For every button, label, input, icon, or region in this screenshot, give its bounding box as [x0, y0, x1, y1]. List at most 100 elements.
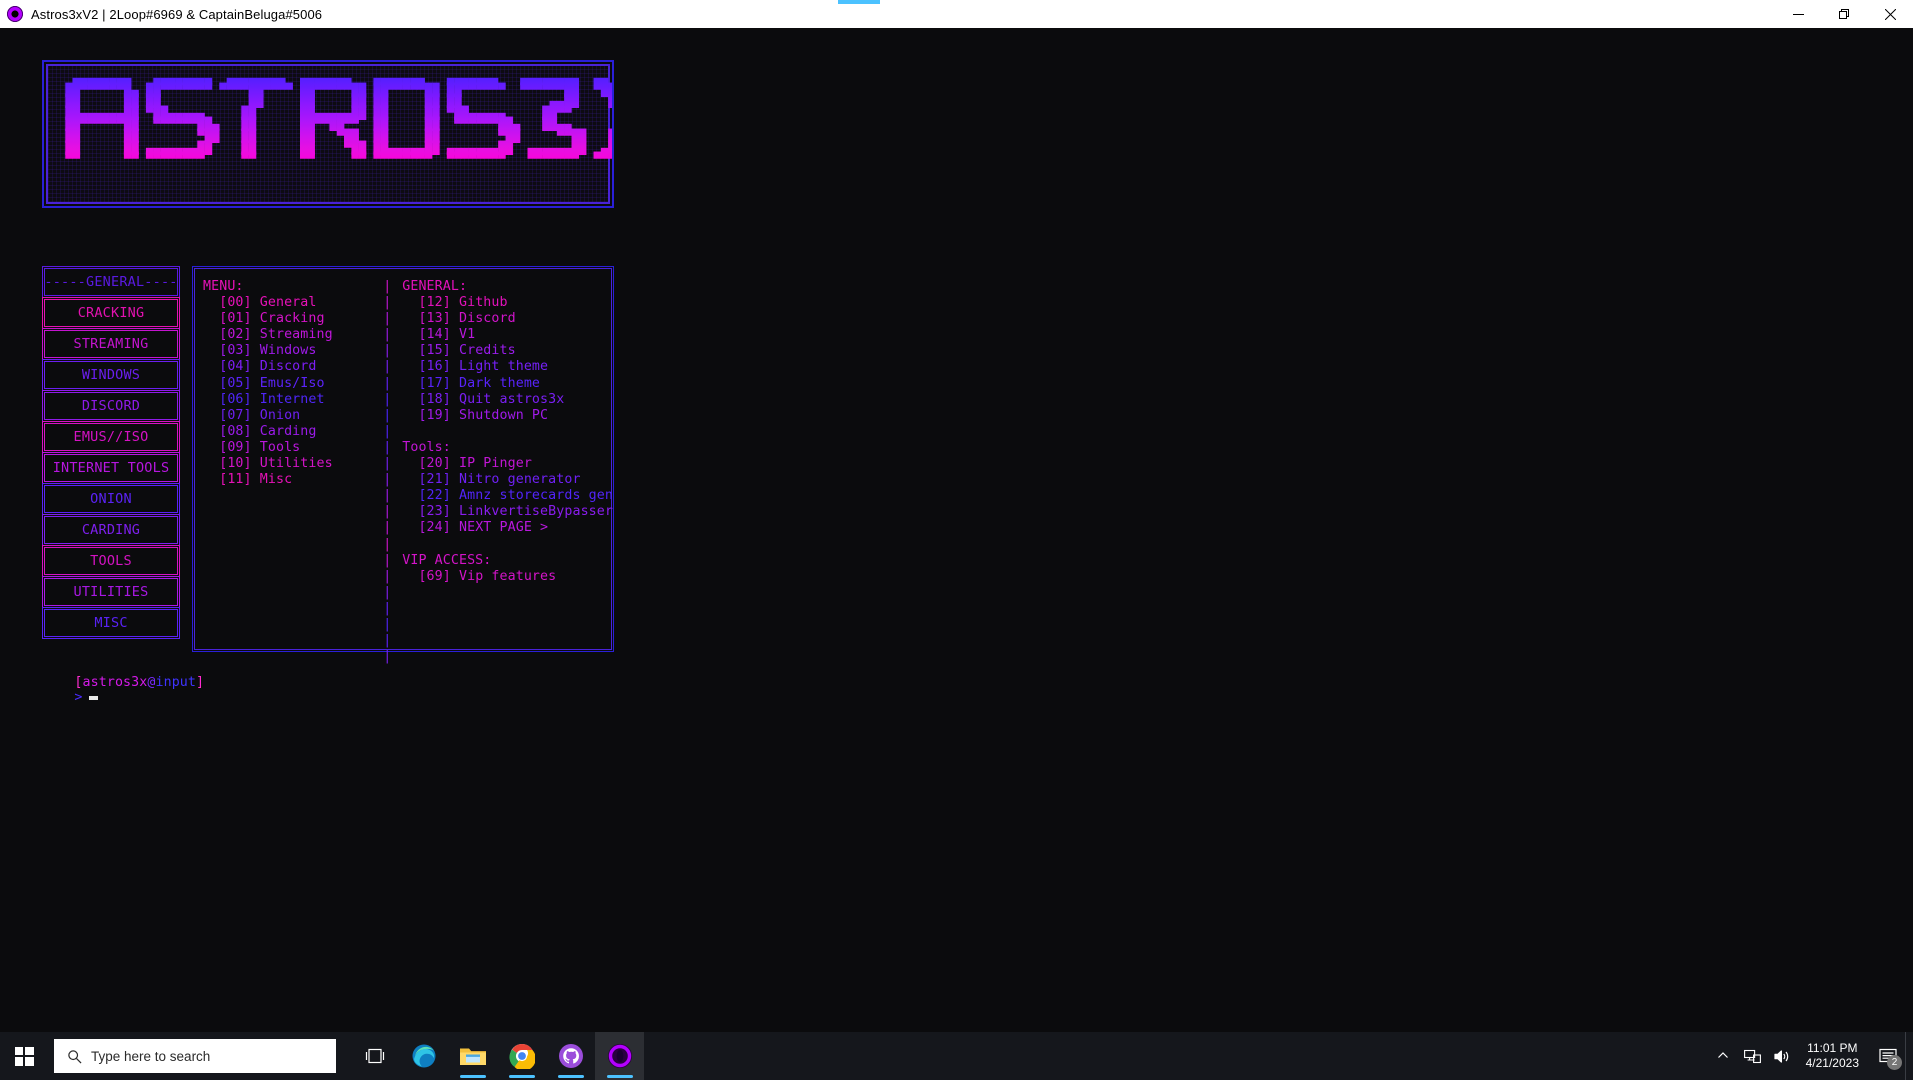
window-titlebar: Astros3xV2 | 2Loop#6969 & CaptainBeluga#… [0, 0, 1913, 28]
minimize-button[interactable] [1775, 0, 1821, 28]
menu-entry-01[interactable]: [01] Cracking [203, 311, 374, 327]
menu-entry-14[interactable]: [14] V1 [402, 327, 613, 343]
menu-entry-code: [16] [402, 359, 459, 375]
menu-entry-label: Internet [259, 391, 325, 407]
separator-pipe: | [383, 472, 392, 488]
separator-pipe: | [383, 391, 392, 407]
sidebar-item-misc[interactable]: MISC [42, 607, 180, 639]
menu-entry-06[interactable]: [06] Internet [203, 392, 374, 408]
menu-entry-11[interactable]: [11] Misc [203, 472, 374, 488]
close-button[interactable] [1867, 0, 1913, 28]
sidebar-item-tools[interactable]: TOOLS [42, 545, 180, 577]
menu-entry-code: [10] [203, 456, 260, 472]
input-prompt-line[interactable]: [astros3x@input] > [42, 660, 204, 720]
menu-entry-21[interactable]: [21] Nitro generator [402, 472, 613, 488]
menu-entry-00[interactable]: [00] General [203, 295, 374, 311]
sidebar-item-onion[interactable]: ONION [42, 483, 180, 515]
taskbar-app-github[interactable] [546, 1032, 595, 1080]
taskbar-app-file-explorer[interactable] [448, 1032, 497, 1080]
menu-entry-10[interactable]: [10] Utilities [203, 456, 374, 472]
prompt-target: input [155, 675, 197, 690]
menu-entry-18[interactable]: [18] Quit astros3x [402, 392, 613, 408]
sidebar-item-emus-iso[interactable]: EMUS//ISO [42, 421, 180, 453]
windows-taskbar: Type here to search 11:01 PM 4/21/2023 2 [0, 1032, 1913, 1080]
taskbar-app-edge[interactable] [399, 1032, 448, 1080]
taskbar-clock[interactable]: 11:01 PM 4/21/2023 [1798, 1041, 1871, 1071]
sidebar-item-windows[interactable]: WINDOWS [42, 359, 180, 391]
taskbar-search-input[interactable]: Type here to search [54, 1039, 336, 1073]
ascii-logo: ▄▄▄▄▄▄▄▄ ▄▄▄▄▄▄▄▄ ▄▄▄▄▄▄▄▄ ▄▄▄▄▄▄▄ ▄▄▄▄▄… [58, 72, 612, 166]
menu-entry-code: [01] [203, 311, 260, 327]
menu-entry-label: Windows [259, 343, 317, 359]
menu-entry-05[interactable]: [05] Emus/Iso [203, 376, 374, 392]
menu-entry-12[interactable]: [12] Github [402, 295, 613, 311]
menu-entry-code: [69] [402, 568, 459, 584]
menu-entry-code: [04] [203, 359, 260, 375]
restore-button[interactable] [1821, 0, 1867, 28]
taskbar-app-astros3x[interactable] [595, 1032, 644, 1080]
separator-pipe: | [383, 311, 392, 327]
sidebar-item-label: STREAMING [73, 336, 149, 352]
prompt-arrow: > [74, 690, 83, 705]
general-header: GENERAL: [402, 279, 468, 294]
menu-column: MENU: [00] General [01] Cracking [02] St… [203, 279, 374, 651]
menu-entry-code: [22] [402, 488, 459, 504]
network-icon[interactable] [1738, 1032, 1768, 1080]
menu-entry-code: [07] [203, 407, 260, 423]
options-column: GENERAL: [12] Github [13] Discord [14] V… [400, 279, 613, 651]
menu-entry-15[interactable]: [15] Credits [402, 343, 613, 359]
sidebar-item-label: CARDING [81, 522, 141, 538]
windows-logo-icon [14, 1046, 34, 1066]
sidebar-item-utilities[interactable]: UTILITIES [42, 576, 180, 608]
category-sidebar: -----GENERAL---- CRACKING STREAMING WINDOWS… [42, 266, 180, 639]
menu-entry-code: [18] [402, 391, 459, 407]
menu-entry-69[interactable]: [69] Vip features [402, 569, 613, 585]
explorer-icon [459, 1048, 486, 1065]
menu-entry-24[interactable]: [24] NEXT PAGE > [402, 520, 613, 536]
taskbar-app-chrome[interactable] [497, 1032, 546, 1080]
menu-entry-04[interactable]: [04] Discord [203, 359, 374, 375]
menu-entry-label: General [259, 295, 317, 311]
magnifier-icon [68, 1049, 82, 1063]
sidebar-item-internet-tools[interactable]: INTERNET TOOLS [42, 452, 180, 484]
volume-icon[interactable] [1768, 1032, 1798, 1080]
menu-entry-23[interactable]: [23] LinkvertiseBypasser [402, 504, 613, 520]
menu-entry-label: Onion [259, 407, 301, 423]
show-desktop-button[interactable] [1905, 1032, 1913, 1080]
menu-entry-code: [15] [402, 343, 459, 359]
action-center-button[interactable]: 2 [1871, 1032, 1905, 1080]
separator-pipe: | [383, 504, 392, 520]
menu-entry-08[interactable]: [08] Carding [203, 424, 374, 440]
separator-pipe: | [383, 520, 392, 536]
sidebar-item-streaming[interactable]: STREAMING [42, 328, 180, 360]
show-hidden-icons-button[interactable] [1708, 1032, 1738, 1080]
sidebar-item-carding[interactable]: CARDING [42, 514, 180, 546]
menu-entry-code: [14] [402, 327, 459, 343]
menu-entry-17[interactable]: [17] Dark theme [402, 376, 613, 392]
menu-entry-label: Nitro generator [458, 472, 581, 488]
separator-pipe: | [383, 295, 392, 311]
menu-entry-label: Shutdown PC [458, 407, 549, 423]
sidebar-item-cracking[interactable]: CRACKING [42, 297, 180, 329]
menu-entry-20[interactable]: [20] IP Pinger [402, 456, 613, 472]
menu-entry-code: [12] [402, 295, 459, 311]
menu-entry-label: LinkvertiseBypasser [458, 504, 613, 520]
menu-entry-19[interactable]: [19] Shutdown PC [402, 408, 613, 424]
menu-entry-code: [03] [203, 343, 260, 359]
sidebar-item-general[interactable]: -----GENERAL---- [42, 266, 180, 298]
menu-entry-02[interactable]: [02] Streaming [203, 327, 374, 343]
sidebar-item-discord[interactable]: DISCORD [42, 390, 180, 422]
column-separator: | | | | | | | | | | | | | | | | | | | | | | | | [374, 279, 400, 664]
separator-pipe: | [383, 359, 392, 375]
menu-entry-13[interactable]: [13] Discord [402, 311, 613, 327]
menu-entry-03[interactable]: [03] Windows [203, 343, 374, 359]
menu-entry-22[interactable]: [22] Amnz storecards gen [402, 488, 613, 504]
menu-entry-label: Github [458, 295, 508, 311]
menu-entry-07[interactable]: [07] Onion [203, 408, 374, 424]
menu-entry-09[interactable]: [09] Tools [203, 440, 374, 456]
start-button[interactable] [0, 1032, 48, 1080]
task-view-button[interactable] [350, 1032, 399, 1080]
separator-pipe: | [383, 439, 392, 455]
menu-entry-16[interactable]: [16] Light theme [402, 359, 613, 375]
